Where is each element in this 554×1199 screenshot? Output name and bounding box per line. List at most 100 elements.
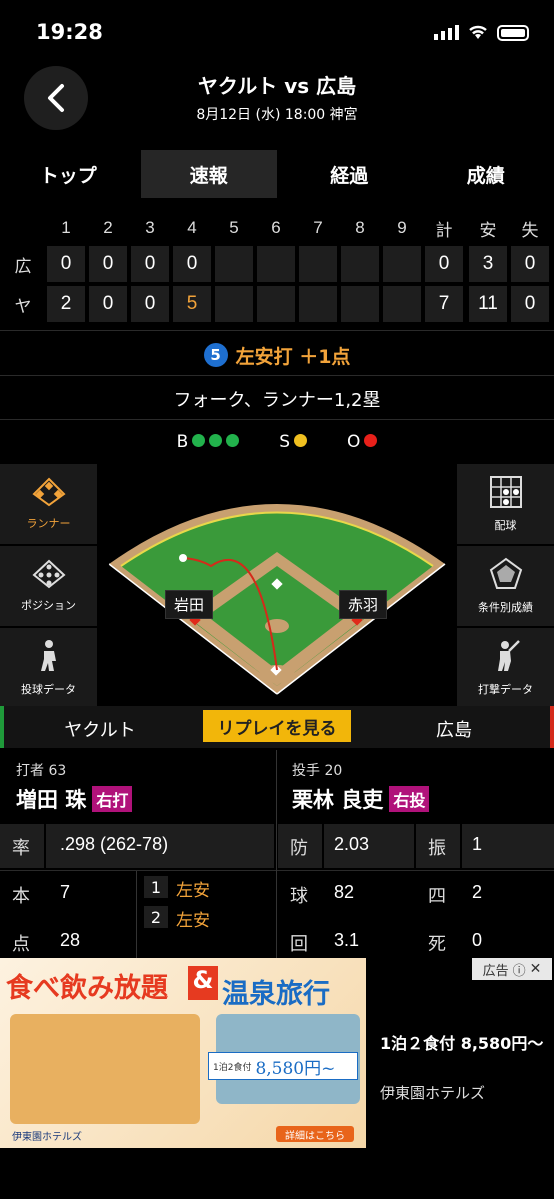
inning-score: [341, 246, 379, 282]
era-value: 2.03: [334, 834, 370, 854]
inning-score: 5: [173, 286, 211, 322]
signal-icon: [434, 25, 459, 40]
avg-value: .298 (262-78): [60, 834, 169, 854]
home-team-name: ヤクルト: [64, 720, 136, 741]
inning-header: 8: [355, 218, 365, 237]
batter-info[interactable]: 増田 珠右打: [16, 784, 133, 814]
tab-progress[interactable]: 経過: [281, 150, 418, 198]
rbi-label: 点: [12, 934, 30, 955]
pitch-description: フォーク、ランナー1,2塁: [173, 390, 381, 411]
hr-value: 7: [60, 882, 71, 902]
inning-score: 0: [89, 246, 127, 282]
strikes-indicator: S: [279, 432, 308, 452]
menu-split-stats-label: 条件別成績: [478, 601, 533, 614]
total-score: 11: [469, 286, 507, 322]
divider: [0, 375, 554, 376]
hr-label: 本: [12, 886, 30, 907]
menu-batting-data-label: 打撃データ: [478, 683, 533, 696]
ad-cta-button[interactable]: 詳細はこちら: [276, 1126, 354, 1142]
menu-pitch-chart[interactable]: 配球: [457, 464, 554, 544]
ad-label[interactable]: 広告 ⓘ ✕: [472, 958, 552, 980]
inning-header: 3: [145, 218, 155, 237]
avg-label: 率: [12, 838, 30, 859]
replay-button[interactable]: リプレイを見る: [203, 710, 351, 742]
baseball-field: 岩田 赤羽: [99, 464, 455, 704]
ad-banner[interactable]: 食べ飲み放題 & 温泉旅行 1泊2食付 8,580円~ 伊東園ホテルズ 詳細はこ…: [0, 958, 554, 1148]
tab-live[interactable]: 速報: [140, 150, 277, 198]
np-label: 球: [290, 886, 308, 907]
inning-header: 6: [271, 218, 281, 237]
tab-stats[interactable]: 成績: [418, 150, 554, 198]
play-result: 左安打 ＋1点: [235, 345, 351, 368]
menu-runner[interactable]: ランナー: [0, 464, 97, 544]
inning-score: 0: [131, 286, 169, 322]
balls-indicator: B: [177, 432, 240, 452]
inning-score: [257, 246, 295, 282]
ip-value: 3.1: [334, 930, 360, 950]
total-score: 0: [511, 286, 549, 322]
menu-pitching-data[interactable]: 投球データ: [0, 628, 97, 708]
rbi-value: 28: [60, 930, 81, 950]
pitcher-name: 栗林 良吏: [292, 788, 384, 812]
inning-score: [383, 286, 421, 322]
batter-name: 増田 珠: [16, 788, 87, 812]
balls-label: B: [176, 432, 189, 452]
scoreboard: 123456789計安失 広0000030 ヤ 2 0 0 5 7 11 0: [0, 210, 554, 330]
inning-score: [215, 246, 253, 282]
atbat-number: 2: [144, 906, 168, 928]
position-icon: [31, 559, 66, 589]
inning-score: 0: [89, 286, 127, 322]
page-title: ヤクルト vs 広島: [197, 74, 357, 98]
inning-header: 4: [187, 218, 197, 237]
ad-text-brand: 伊東園ホテルズ: [380, 1084, 486, 1102]
total-score: 7: [425, 286, 463, 322]
ad-image[interactable]: 食べ飲み放題 & 温泉旅行 1泊2食付 8,580円~ 伊東園ホテルズ 詳細はこ…: [0, 958, 366, 1148]
divider: [276, 750, 277, 824]
away-team-name: 広島: [436, 720, 472, 741]
atbat-result: 左安: [176, 911, 210, 931]
menu-batting-data[interactable]: 打撃データ: [457, 628, 554, 708]
close-icon[interactable]: ✕: [530, 961, 542, 977]
inning-score: 0: [173, 246, 211, 282]
hbp-value: 0: [472, 930, 483, 950]
ad-headline-1: 食べ飲み放題: [6, 973, 168, 1004]
team-abbr: ヤ: [14, 296, 32, 316]
pitcher-label: 投手 20: [292, 763, 343, 779]
wifi-icon: [469, 25, 487, 39]
status-time: 19:28: [36, 20, 103, 44]
inning-score: 0: [47, 246, 85, 282]
inning-score: [383, 246, 421, 282]
inning-score: [299, 246, 337, 282]
runner-first-tag: 赤羽: [339, 590, 388, 619]
pitcher-icon: [40, 640, 56, 671]
bb-value: 2: [472, 882, 483, 902]
grid-chart-icon: [489, 476, 522, 508]
inning-header: 7: [313, 218, 323, 237]
divider: [0, 419, 554, 420]
total-score: 3: [469, 246, 507, 282]
menu-split-stats[interactable]: 条件別成績: [457, 546, 554, 626]
menu-position[interactable]: ポジション: [0, 546, 97, 626]
ad-label-text: 広告: [482, 963, 509, 979]
field-graphic: [99, 504, 446, 700]
menu-runner-label: ランナー: [26, 517, 71, 530]
ball-count: B S O: [0, 424, 554, 460]
total-score: 0: [425, 246, 463, 282]
ad-ampersand: &: [188, 966, 218, 1000]
game-info: 8月12日 (水) 18:00 神宮: [196, 107, 358, 123]
inning-header: 安: [479, 220, 497, 240]
pitcher-hand-badge: 右投: [389, 786, 430, 812]
away-team-color: [550, 706, 554, 748]
k-label: 振: [428, 838, 446, 859]
inning-score: 0: [131, 246, 169, 282]
latest-play: 5 左安打 ＋1点: [0, 336, 554, 374]
diamond-icon: [31, 477, 66, 507]
radar-chart-icon: [489, 557, 522, 589]
pitcher-info[interactable]: 栗林 良吏 右投: [292, 784, 430, 814]
menu-position-label: ポジション: [21, 599, 76, 612]
tab-bar: トップ 速報 経過 成績: [0, 150, 554, 198]
tab-top[interactable]: トップ: [0, 150, 137, 198]
inning-header: 計: [435, 220, 453, 240]
batter-label: 打者 63: [16, 763, 67, 779]
batter-hand-badge: 右打: [92, 786, 133, 812]
